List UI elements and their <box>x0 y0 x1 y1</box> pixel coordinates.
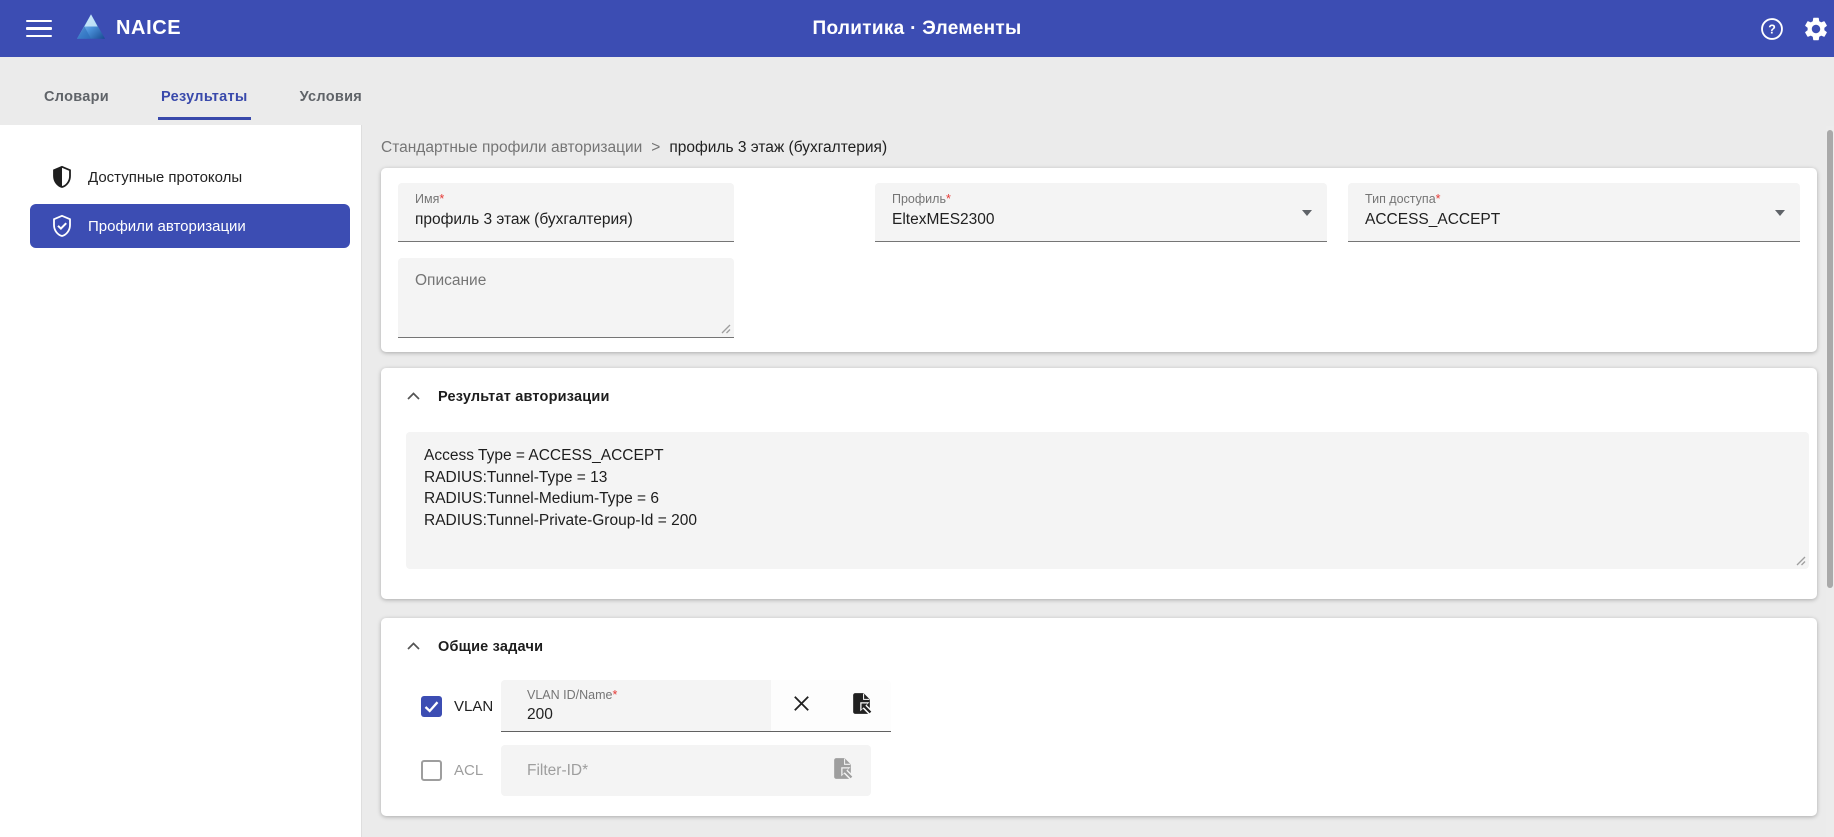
section-title: Результат авторизации <box>438 389 610 405</box>
profile-select-value: EltexMES2300 <box>892 211 995 228</box>
section-title: Общие задачи <box>438 639 544 655</box>
breadcrumb: Стандартные профили авторизации > профиль … <box>381 139 1817 157</box>
chevron-up-icon[interactable] <box>406 388 421 406</box>
chevron-down-icon <box>1775 210 1785 216</box>
sidebar-item-label: Профили авторизации <box>88 217 246 235</box>
tab-results[interactable]: Результаты <box>158 89 251 120</box>
acl-checkbox[interactable] <box>421 760 442 781</box>
resize-handle-icon[interactable] <box>720 323 731 334</box>
filter-id-field: Filter-ID* <box>501 745 871 796</box>
breadcrumb-current: профиль 3 этаж (бухгалтерия) <box>669 139 888 156</box>
authorization-result-textarea[interactable]: Access Type = ACCESS_ACCEPT RADIUS:Tunne… <box>406 432 1809 569</box>
tab-bar: Словари Результаты Условия <box>0 57 1834 125</box>
authorization-result-card: Результат авторизации Access Type = ACCE… <box>381 368 1817 599</box>
profile-select[interactable]: Профиль* EltexMES2300 <box>875 183 1327 242</box>
file-select-icon <box>849 691 874 721</box>
tab-dictionaries[interactable]: Словари <box>41 89 112 120</box>
name-field: Имя* <box>398 183 734 242</box>
access-type-select-label: Тип доступа <box>1365 192 1436 206</box>
settings-gear-icon[interactable] <box>1802 15 1830 43</box>
svg-text:?: ? <box>1768 22 1776 36</box>
filter-id-placeholder: Filter-ID* <box>527 761 589 779</box>
vlan-checkbox[interactable] <box>421 695 442 717</box>
required-asterisk: * <box>612 688 618 702</box>
clear-button[interactable] <box>771 680 831 731</box>
vlan-task-row: VLAN VLAN ID/Name* <box>421 680 1809 732</box>
profile-select-label: Профиль <box>892 192 946 206</box>
close-icon <box>790 692 813 720</box>
shield-check-icon <box>50 214 74 238</box>
vlan-id-input[interactable] <box>527 706 757 724</box>
access-type-select[interactable]: Тип доступа* ACCESS_ACCEPT <box>1348 183 1800 242</box>
scrollbar-track <box>1826 126 1834 837</box>
tab-conditions[interactable]: Условия <box>297 89 365 120</box>
name-input[interactable] <box>415 211 715 229</box>
sidebar-item-authorization-profiles[interactable]: Профили авторизации <box>30 204 350 248</box>
breadcrumb-parent[interactable]: Стандартные профили авторизации <box>381 139 642 156</box>
common-tasks-card: Общие задачи VLAN VLAN ID/Name* 200 ACL … <box>381 618 1817 816</box>
shield-half-icon <box>50 165 74 189</box>
scrollbar-thumb[interactable] <box>1827 130 1833 588</box>
select-from-dictionary-button[interactable] <box>831 680 891 731</box>
description-field <box>398 258 734 338</box>
vlan-id-field-label: VLAN ID/Name <box>527 688 613 702</box>
vlan-checkbox-label: VLAN <box>454 697 494 715</box>
main-content: Стандартные профили авторизации > профиль … <box>362 125 1834 837</box>
sidebar-item-available-protocols[interactable]: Доступные протоколы <box>30 155 350 199</box>
sidebar-item-label: Доступные протоколы <box>88 168 243 186</box>
required-asterisk: * <box>945 192 951 206</box>
help-icon[interactable]: ? <box>1758 15 1786 43</box>
sidebar: Доступные протоколы Профили авторизации <box>0 125 362 837</box>
authorization-result-section-header[interactable]: Результат авторизации <box>406 388 1809 406</box>
app-logo <box>76 13 106 45</box>
resize-handle-icon[interactable] <box>1795 555 1806 566</box>
menu-icon[interactable] <box>26 19 52 39</box>
authorization-result-field: Access Type = ACCESS_ACCEPT RADIUS:Tunne… <box>406 432 1809 569</box>
required-asterisk: * <box>1435 192 1441 206</box>
access-type-select-value: ACCESS_ACCEPT <box>1365 211 1501 228</box>
file-select-icon-disabled <box>830 756 855 786</box>
triangle-logo-icon <box>76 13 106 45</box>
acl-task-row: ACL Filter-ID* <box>421 745 1809 796</box>
chevron-up-icon[interactable] <box>406 638 421 656</box>
app-name: NAICE <box>116 17 182 39</box>
chevron-down-icon <box>1302 210 1312 216</box>
acl-checkbox-label: ACL <box>454 762 484 779</box>
description-textarea[interactable] <box>398 258 734 337</box>
common-tasks-section-header[interactable]: Общие задачи <box>406 638 1809 656</box>
breadcrumb-separator: > <box>651 139 661 156</box>
required-asterisk: * <box>439 192 445 206</box>
name-field-label: Имя <box>415 192 440 206</box>
app-header: NAICE Политика · Элементы ? <box>0 0 1834 57</box>
page-title: Политика · Элементы <box>812 17 1022 39</box>
profile-form-card: Имя* Профиль* EltexMES2300 Тип доступа* … <box>381 168 1817 352</box>
vlan-id-field: VLAN ID/Name* <box>501 680 891 732</box>
vlan-id-input-area: VLAN ID/Name* <box>501 680 771 731</box>
